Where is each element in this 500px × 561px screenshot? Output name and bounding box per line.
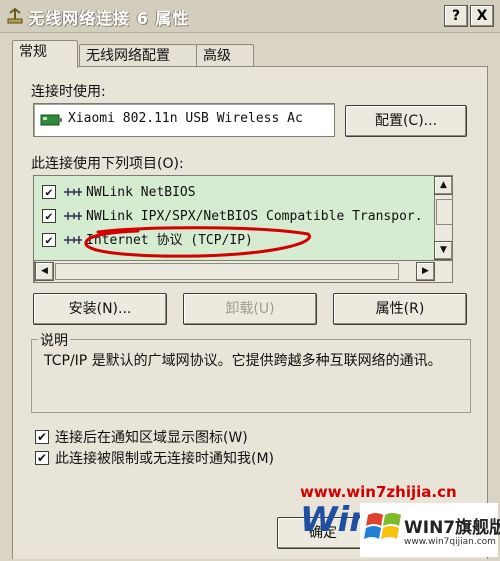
components-list[interactable]: ✔ NWLink NetBIOS ✔ NWLink IPX/SPX/NetBIOS …: [33, 175, 453, 283]
checkbox-notify-limited[interactable]: ✔: [35, 451, 49, 465]
option-notify-limited-label: 此连接被限制或无连接时通知我(M): [55, 451, 275, 467]
checkbox-show-icon[interactable]: ✔: [35, 430, 49, 444]
scroll-right-button[interactable]: ▶: [416, 262, 435, 281]
scroll-left-button[interactable]: ◀: [35, 262, 54, 281]
list-item-label: NWLink IPX/SPX/NetBIOS Compatible Transp…: [86, 209, 423, 224]
device-name: Xiaomi 802.11n USB Wireless Ac: [68, 111, 303, 126]
scroll-down-button[interactable]: ▼: [434, 241, 452, 260]
list-item[interactable]: ✔ NWLink NetBIOS: [42, 182, 196, 204]
properties-dialog: 无线网络连接 6 属性 ? X 常规 无线网络配置 高级 连接时使用: Xiao…: [0, 0, 500, 561]
red-annotation-circle: [84, 226, 311, 258]
checkbox-tcpip[interactable]: ✔: [42, 232, 56, 247]
items-list-label: 此连接使用下列项目(O):: [31, 156, 184, 172]
device-name-field: Xiaomi 802.11n USB Wireless Ac: [33, 103, 335, 137]
windows-logo-icon: [364, 513, 401, 539]
checkbox-nwlink-ipx[interactable]: ✔: [42, 208, 56, 223]
network-adapter-icon: [40, 114, 62, 126]
option-show-icon[interactable]: ✔ 连接后在通知区域显示图标(W): [35, 427, 248, 447]
list-vertical-scrollbar[interactable]: ▲ ▼: [434, 176, 452, 262]
network-connection-icon: [7, 7, 23, 24]
watermark-url: www.win7zhijia.cn: [300, 483, 457, 501]
tab-advanced[interactable]: 高级: [196, 44, 254, 67]
checkbox-nwlink-netbios[interactable]: ✔: [42, 184, 56, 199]
title-bar[interactable]: 无线网络连接 6 属性 ? X: [0, 0, 500, 33]
option-notify-limited[interactable]: ✔ 此连接被限制或无连接时通知我(M): [35, 448, 274, 468]
uninstall-button[interactable]: 卸载(U): [183, 293, 317, 325]
configure-button[interactable]: 配置(C)...: [345, 105, 467, 137]
watermark-brand-url: www.win7qijian.com: [404, 537, 496, 547]
close-button[interactable]: X: [470, 5, 494, 27]
description-text: TCP/IP 是默认的广域网协议。它提供跨越多种互联网络的通讯。: [44, 353, 442, 369]
watermark-brand: WIN7旗舰版: [404, 518, 500, 538]
scroll-up-button[interactable]: ▲: [434, 176, 452, 195]
list-item[interactable]: ✔ NWLink IPX/SPX/NetBIOS Compatible Trans…: [42, 206, 423, 228]
tab-general[interactable]: 常规: [12, 40, 78, 68]
help-button[interactable]: ?: [444, 5, 468, 27]
protocol-icon: [64, 187, 82, 196]
watermark-brand-box: WIN7旗舰版 www.win7qijian.com: [360, 503, 500, 557]
list-item-label: NWLink NetBIOS: [86, 185, 196, 200]
description-title: 说明: [38, 330, 70, 350]
list-horizontal-scrollbar[interactable]: ◀ ▶: [34, 260, 452, 282]
properties-button[interactable]: 属性(R): [333, 293, 467, 325]
horizontal-scroll-thumb[interactable]: [55, 263, 399, 280]
protocol-icon: [64, 211, 82, 220]
description-group: 说明 TCP/IP 是默认的广域网协议。它提供跨越多种互联网络的通讯。: [31, 330, 471, 413]
tab-wireless-config[interactable]: 无线网络配置: [79, 44, 197, 67]
connect-using-label: 连接时使用:: [31, 84, 106, 100]
vertical-scroll-thumb[interactable]: [436, 199, 452, 225]
install-button[interactable]: 安装(N)...: [33, 293, 167, 325]
option-show-icon-label: 连接后在通知区域显示图标(W): [55, 430, 248, 446]
window-title: 无线网络连接 6 属性: [28, 9, 190, 28]
